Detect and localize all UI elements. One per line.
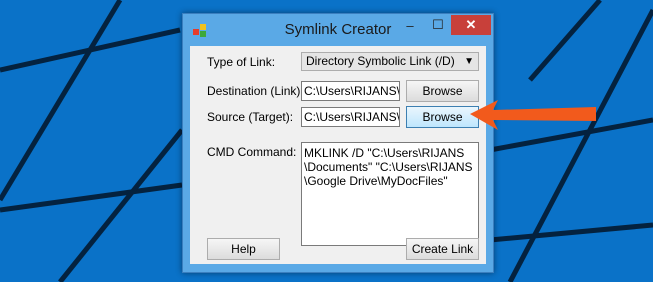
- symlink-creator-window: Symlink Creator – ☐ ✕ Type of Link: Dire…: [182, 13, 494, 273]
- source-input[interactable]: C:\Users\RIJANS\C: [301, 107, 400, 127]
- cmd-command-textarea[interactable]: MKLINK /D "C:\Users\RIJANS\Documents" "C…: [301, 142, 479, 246]
- arrow-left-icon: [470, 100, 596, 130]
- type-of-link-label: Type of Link:: [207, 55, 276, 69]
- close-button[interactable]: ✕: [451, 15, 491, 35]
- help-button[interactable]: Help: [207, 238, 280, 260]
- title-bar[interactable]: Symlink Creator – ☐ ✕: [183, 14, 493, 46]
- create-link-button[interactable]: Create Link: [406, 238, 479, 260]
- minimize-button[interactable]: –: [397, 15, 423, 35]
- link-type-value: Directory Symbolic Link (/D): [306, 54, 455, 68]
- source-label: Source (Target):: [207, 110, 294, 124]
- destination-label: Destination (Link):: [207, 84, 304, 98]
- maximize-button[interactable]: ☐: [425, 15, 451, 35]
- window-client-area: Type of Link: Directory Symbolic Link (/…: [190, 46, 486, 264]
- destination-input[interactable]: C:\Users\RIJANS\D: [301, 81, 400, 101]
- link-type-select[interactable]: Directory Symbolic Link (/D) ▼: [301, 52, 479, 71]
- cmd-command-label: CMD Command:: [207, 145, 297, 159]
- chevron-down-icon[interactable]: ▼: [464, 53, 474, 70]
